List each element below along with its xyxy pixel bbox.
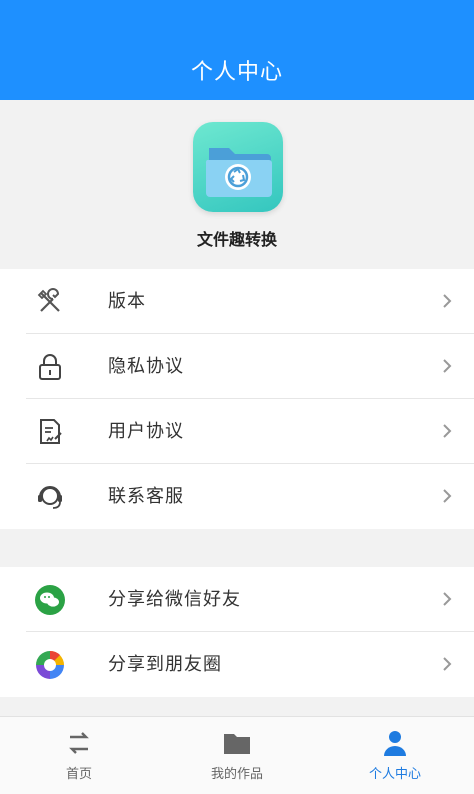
menu-item-label: 分享到朋友圈 xyxy=(108,654,222,675)
chevron-right-icon xyxy=(443,294,452,308)
moments-icon xyxy=(34,650,66,680)
headset-icon xyxy=(34,482,66,512)
menu-item-user-agreement[interactable]: 用户协议 xyxy=(0,399,474,464)
tab-label: 个人中心 xyxy=(368,767,421,782)
lock-icon xyxy=(34,352,66,382)
menu-item-label: 用户协议 xyxy=(108,421,184,442)
folder-recycle-icon xyxy=(193,122,283,212)
share-menu: 分享给微信好友 分享到朋友圈 xyxy=(0,567,474,697)
menu-item-label: 隐私协议 xyxy=(108,356,184,377)
tab-home[interactable]: 首页 xyxy=(0,717,158,794)
menu-item-label: 联系客服 xyxy=(108,486,184,507)
tab-my-works[interactable]: 我的作品 xyxy=(158,717,316,794)
menu-item-share-wechat[interactable]: 分享给微信好友 xyxy=(0,567,474,632)
tools-icon xyxy=(34,287,66,317)
chevron-right-icon xyxy=(443,657,452,671)
folder-icon xyxy=(222,729,252,757)
wechat-icon xyxy=(34,585,66,615)
settings-menu: 版本 隐私协议 用户协议 联系客服 xyxy=(0,269,474,529)
document-edit-icon xyxy=(34,417,66,447)
user-icon xyxy=(380,729,410,757)
bottom-tab-bar: 首页 我的作品 个人中心 xyxy=(0,716,474,794)
app-name: 文件趣转换 xyxy=(196,230,277,249)
chevron-right-icon xyxy=(443,359,452,373)
menu-item-label: 版本 xyxy=(108,291,146,312)
swap-arrows-icon xyxy=(64,729,94,757)
header: 个人中心 xyxy=(0,0,474,100)
menu-item-customer-service[interactable]: 联系客服 xyxy=(0,464,474,529)
chevron-right-icon xyxy=(443,424,452,438)
tab-label: 我的作品 xyxy=(210,767,263,782)
menu-item-version[interactable]: 版本 xyxy=(0,269,474,334)
menu-item-share-moments[interactable]: 分享到朋友圈 xyxy=(0,632,474,697)
tab-label: 首页 xyxy=(65,767,92,782)
menu-item-label: 分享给微信好友 xyxy=(108,589,241,610)
chevron-right-icon xyxy=(443,489,452,503)
menu-item-privacy[interactable]: 隐私协议 xyxy=(0,334,474,399)
chevron-right-icon xyxy=(443,592,452,606)
tab-profile[interactable]: 个人中心 xyxy=(316,717,474,794)
app-info: 文件趣转换 xyxy=(0,100,474,268)
page-title: 个人中心 xyxy=(190,60,283,85)
